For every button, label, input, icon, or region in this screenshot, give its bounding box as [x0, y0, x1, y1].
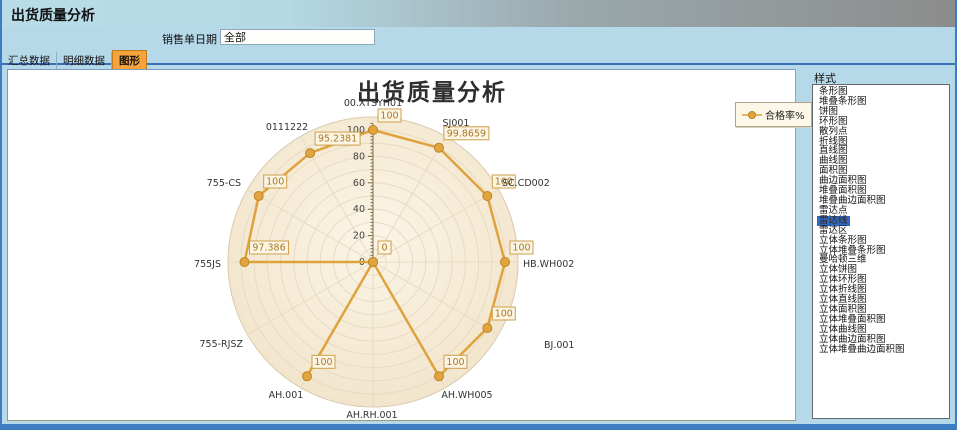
- svg-text:0111222: 0111222: [266, 122, 308, 133]
- svg-text:AH.001: AH.001: [269, 390, 304, 401]
- app-window: 出货质量分析 销售单日期 汇总数据明细数据图形 0 20 40 60 80 100 100 9…: [0, 0, 957, 430]
- svg-text:755-CS: 755-CS: [207, 178, 241, 189]
- chart-title: 出货质量分析: [342, 73, 522, 107]
- tab-detail-data[interactable]: 明细数据: [57, 52, 112, 69]
- svg-text:100: 100: [512, 243, 530, 254]
- svg-text:100: 100: [266, 177, 284, 188]
- svg-text:SC.CD002: SC.CD002: [502, 178, 550, 189]
- sales-date-label: 销售单日期: [162, 31, 217, 47]
- chart-legend: 合格率%: [735, 102, 812, 127]
- svg-text:755JS: 755JS: [194, 259, 221, 270]
- style-option[interactable]: 立体条形图: [817, 236, 869, 246]
- tab-summary-data[interactable]: 汇总数据: [2, 52, 57, 69]
- svg-text:AH.WH005: AH.WH005: [441, 390, 492, 401]
- svg-text:SJ001: SJ001: [443, 118, 470, 129]
- style-listbox[interactable]: 条形图堆叠条形图饼图环形图散列点折线图直线图曲线图面积图曲边面积图堆叠面积图堆叠…: [812, 84, 950, 419]
- tab-bar: 汇总数据明细数据图形: [2, 49, 955, 65]
- svg-text:100: 100: [380, 111, 398, 122]
- svg-text:100: 100: [495, 309, 513, 320]
- title-bar: 出货质量分析: [2, 0, 955, 27]
- svg-text:80: 80: [353, 151, 365, 162]
- filter-toolbar: 销售单日期: [2, 27, 955, 49]
- svg-text:AH.RH.001: AH.RH.001: [346, 410, 397, 420]
- radar-chart: 02040608010010099.8659100100100100010097…: [8, 70, 795, 420]
- svg-text:BJ.001: BJ.001: [544, 340, 574, 351]
- svg-text:40: 40: [353, 204, 365, 215]
- chart-panel: 02040608010010099.8659100100100100010097…: [7, 69, 796, 421]
- svg-text:20: 20: [353, 231, 365, 242]
- tab-graph[interactable]: 图形: [112, 50, 147, 69]
- style-option[interactable]: 立体堆叠曲边面积图: [817, 345, 907, 355]
- legend-label: 合格率%: [765, 107, 805, 122]
- svg-text:97.386: 97.386: [252, 243, 285, 254]
- svg-text:60: 60: [353, 178, 365, 189]
- svg-text:99.8659: 99.8659: [447, 128, 486, 139]
- svg-text:755-RJSZ: 755-RJSZ: [199, 339, 243, 350]
- svg-text:100: 100: [446, 357, 464, 368]
- window-title: 出货质量分析: [11, 5, 95, 25]
- legend-marker-icon: [742, 110, 762, 120]
- svg-text:HB.WH002: HB.WH002: [523, 259, 574, 270]
- svg-text:95.2381: 95.2381: [318, 134, 357, 145]
- sales-date-input[interactable]: [220, 29, 375, 45]
- svg-text:0: 0: [381, 243, 387, 254]
- svg-text:100: 100: [314, 357, 332, 368]
